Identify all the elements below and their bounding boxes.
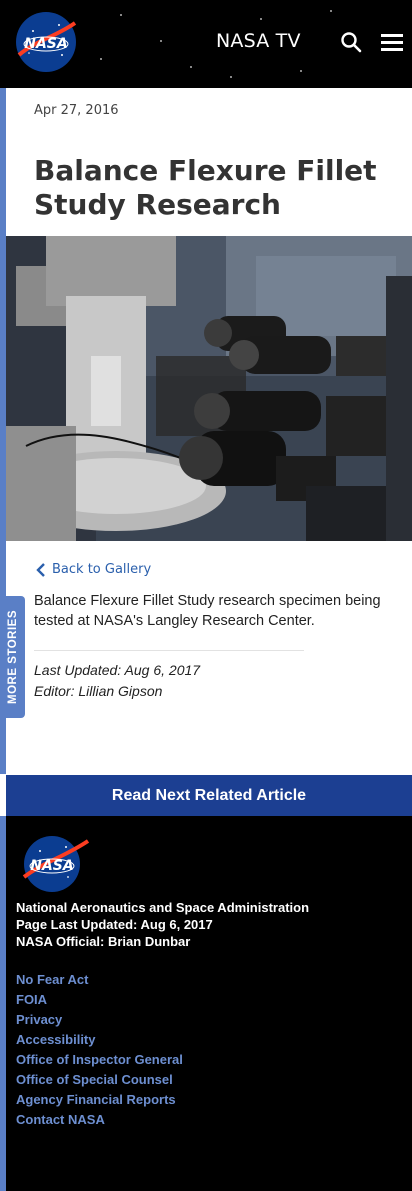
- nasa-tv-link[interactable]: NASA TV: [216, 30, 301, 52]
- footer-link-inspector-general[interactable]: Office of Inspector General: [16, 1052, 183, 1067]
- footer-left-accent-bar: [0, 816, 6, 1191]
- footer-link-no-fear-act[interactable]: No Fear Act: [16, 972, 88, 987]
- footer-link-privacy[interactable]: Privacy: [16, 1012, 62, 1027]
- star-decoration: [160, 40, 162, 42]
- image-caption: Balance Flexure Fillet Study research sp…: [34, 593, 381, 629]
- last-updated: Last Updated: Aug 6, 2017: [34, 662, 201, 678]
- footer-link-contact-nasa[interactable]: Contact NASA: [16, 1112, 105, 1127]
- top-bar: NASA NASA TV: [0, 0, 412, 88]
- svg-text:NASA: NASA: [24, 36, 67, 52]
- footer-official: NASA Official: Brian Dunbar: [16, 934, 191, 949]
- footer-link-accessibility[interactable]: Accessibility: [16, 1032, 96, 1047]
- search-icon[interactable]: [340, 31, 362, 53]
- chevron-left-icon: [36, 562, 45, 577]
- footer-link-special-counsel[interactable]: Office of Special Counsel: [16, 1072, 173, 1087]
- star-decoration: [260, 18, 262, 20]
- star-decoration: [190, 66, 192, 68]
- nasa-logo[interactable]: NASA: [15, 11, 77, 73]
- article-date: Apr 27, 2016: [34, 103, 119, 118]
- star-decoration: [230, 76, 232, 78]
- article-title: Balance Flexure Fillet Study Research: [34, 154, 377, 221]
- footer-page-updated: Page Last Updated: Aug 6, 2017: [16, 917, 213, 932]
- back-to-gallery-label: Back to Gallery: [52, 562, 152, 577]
- back-to-gallery-link[interactable]: Back to Gallery: [36, 562, 151, 577]
- footer-link-financial-reports[interactable]: Agency Financial Reports: [16, 1092, 176, 1107]
- footer-link-foia[interactable]: FOIA: [16, 992, 47, 1007]
- svg-text:NASA: NASA: [30, 858, 73, 874]
- editor-credit: Editor: Lillian Gipson: [34, 683, 163, 699]
- star-decoration: [120, 14, 122, 16]
- star-decoration: [330, 10, 332, 12]
- footer-agency-name: National Aeronautics and Space Administr…: [16, 900, 310, 915]
- more-stories-tab[interactable]: MORE STORIES: [0, 596, 25, 718]
- footer-nasa-logo[interactable]: NASA: [18, 833, 90, 893]
- article-image[interactable]: [6, 236, 412, 541]
- star-decoration: [300, 70, 302, 72]
- more-stories-label: MORE STORIES: [6, 610, 19, 704]
- divider: [34, 650, 304, 651]
- hamburger-menu-icon[interactable]: [381, 34, 403, 52]
- read-next-article-button[interactable]: Read Next Related Article: [6, 775, 412, 816]
- star-decoration: [100, 58, 102, 60]
